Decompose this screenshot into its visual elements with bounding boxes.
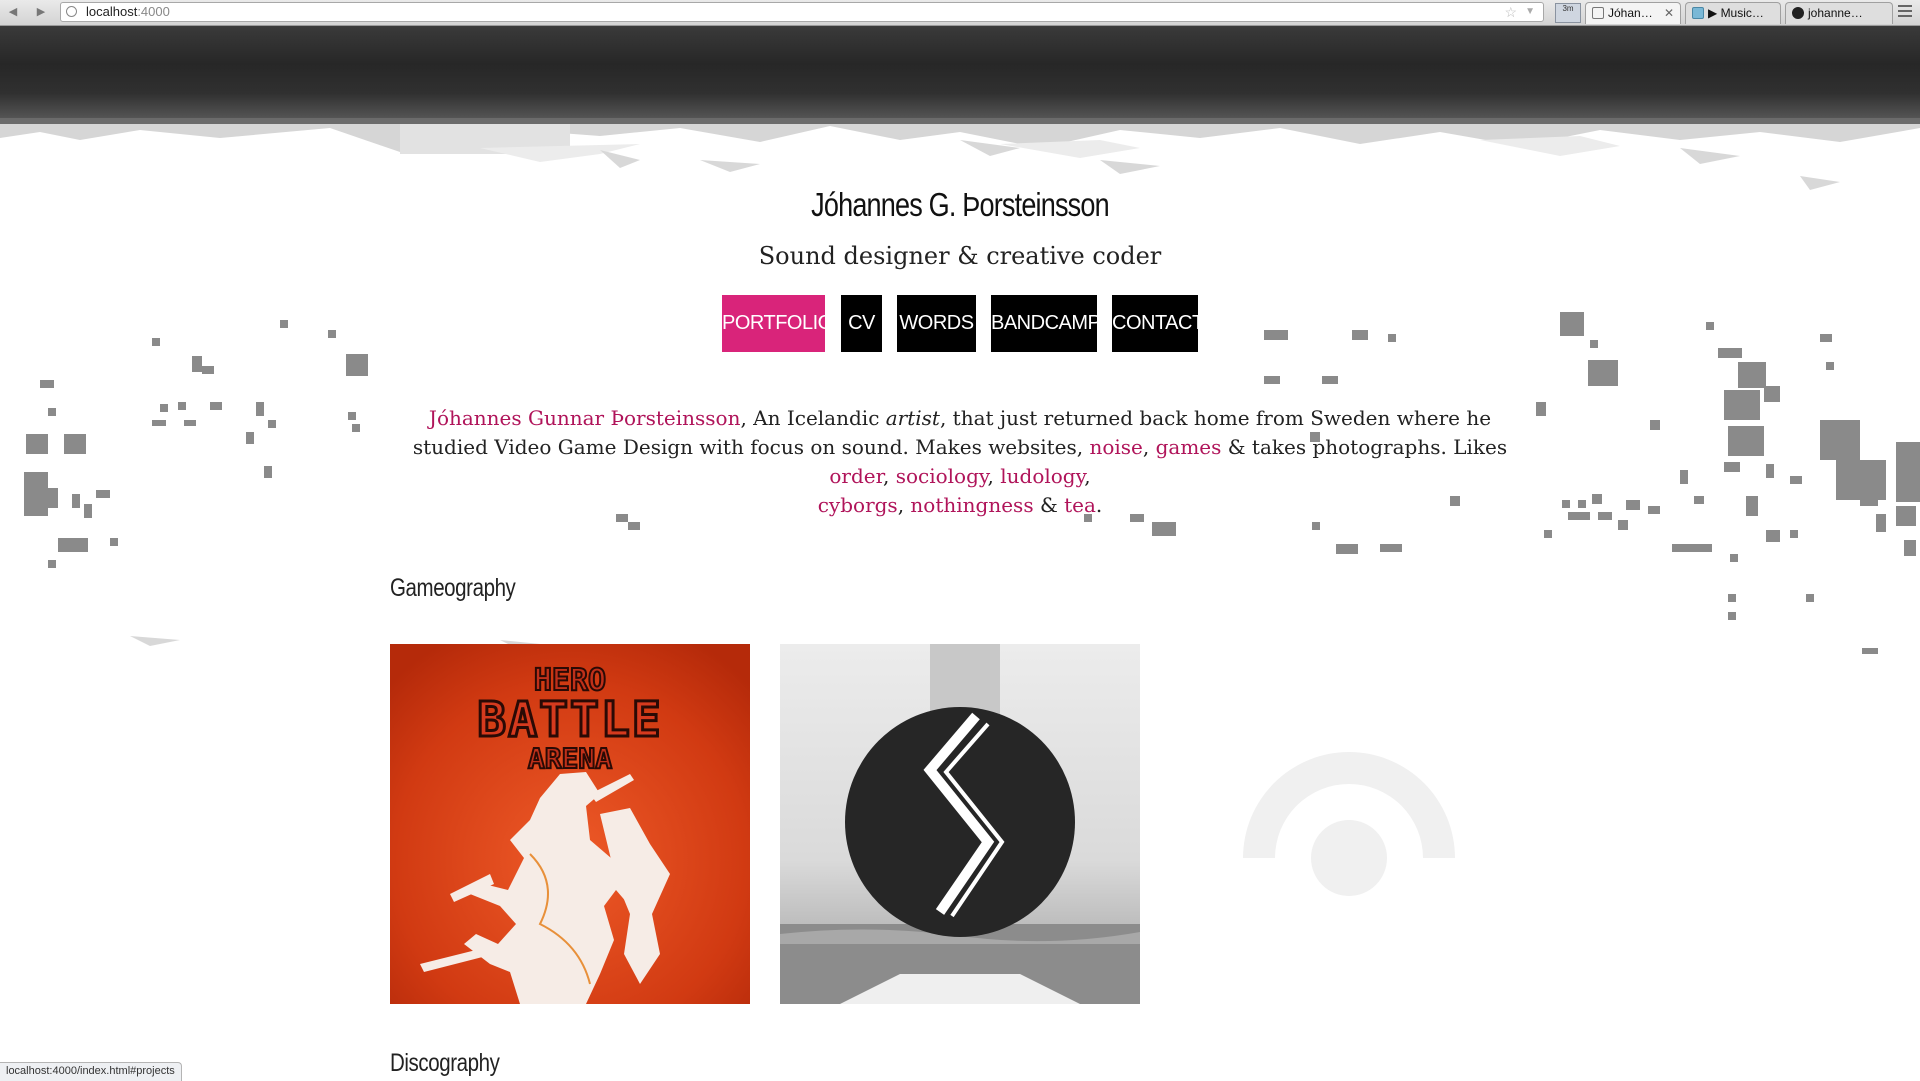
extension-icon[interactable]: 3m <box>1555 3 1581 23</box>
status-bar: localhost:4000/index.html#projects <box>0 1062 182 1081</box>
link-tea[interactable]: tea <box>1064 493 1096 517</box>
bio-text: & takes photographs. Likes <box>1221 435 1508 459</box>
site-title[interactable]: Jóhannes G. Þorsteinsson <box>173 186 1747 224</box>
bio-text: , <box>1142 435 1156 459</box>
nav-words[interactable]: WORDS <box>897 295 976 352</box>
nav-cv[interactable]: CV <box>841 295 882 352</box>
bio-text: & <box>1033 493 1065 517</box>
site-subtitle: Sound designer & creative coder <box>758 242 1162 270</box>
tab-label: Jóhan… <box>1608 6 1653 20</box>
nav-portfolio[interactable]: PORTFOLIO <box>722 295 833 352</box>
link-sociology[interactable]: sociology <box>896 464 988 488</box>
bio-paragraph: Jóhannes Gunnar Þorsteinsson, An Iceland… <box>400 404 1520 520</box>
forward-icon[interactable]: ▶ <box>34 5 48 19</box>
game-card-rune[interactable] <box>780 644 1140 1004</box>
back-icon[interactable]: ◀ <box>6 5 20 19</box>
folder-icon <box>1692 7 1704 19</box>
globe-icon <box>66 6 77 17</box>
gameography-heading: Gameography <box>390 574 516 602</box>
nav-bandcamp[interactable]: BANDCAMP <box>991 295 1101 352</box>
hba-title-arena: ARENA <box>528 742 612 775</box>
link-cyborgs[interactable]: cyborgs <box>818 493 898 517</box>
bookmark-star-icon[interactable]: ☆ <box>1504 3 1517 21</box>
page-icon <box>1592 7 1604 19</box>
address-bar[interactable]: localhost:4000 ☆ ▼ <box>60 2 1544 22</box>
nav-contact[interactable]: CONTACT <box>1112 295 1204 352</box>
bio-text: , <box>897 493 911 517</box>
chevron-down-icon[interactable]: ▼ <box>1525 3 1535 21</box>
bio-text: . <box>1095 493 1103 517</box>
url-text: localhost:4000 <box>86 4 170 19</box>
bio-text: , <box>987 464 1001 488</box>
bio-name-link[interactable]: Jóhannes Gunnar Þorsteinsson <box>429 406 741 430</box>
link-games[interactable]: games <box>1156 435 1222 459</box>
menu-icon[interactable] <box>1898 5 1912 19</box>
banner-ragged-edge <box>0 118 1920 162</box>
bio-text: , <box>1084 464 1091 488</box>
game-card-hero-battle-arena[interactable]: HERO BATTLE ARENA <box>390 644 750 1004</box>
link-nothingness[interactable]: nothingness <box>910 493 1033 517</box>
link-order[interactable]: order <box>829 464 883 488</box>
tab-label: johanne… <box>1808 6 1863 20</box>
browser-toolbar: ◀ ▶ localhost:4000 ☆ ▼ 3m Jóhan… ✕ ▶ Mus… <box>0 0 1920 26</box>
tab-label: ▶ Music… <box>1708 6 1764 20</box>
link-noise[interactable]: noise <box>1089 435 1142 459</box>
header-banner <box>0 26 1920 122</box>
bio-artist: artist <box>885 406 940 430</box>
close-icon[interactable]: ✕ <box>1664 3 1674 23</box>
discography-heading: Discography <box>390 1049 500 1077</box>
rune-logo-cover <box>780 644 1140 1004</box>
placeholder-logo-icon <box>1243 752 1455 896</box>
bio-text: , An Icelandic <box>740 406 886 430</box>
tab-johannes[interactable]: Jóhan… ✕ <box>1585 2 1681 24</box>
link-ludology[interactable]: ludology <box>1000 464 1084 488</box>
bio-text: , <box>882 464 896 488</box>
hba-title-battle: BATTLE <box>477 692 662 748</box>
github-icon <box>1792 7 1804 19</box>
tab-github[interactable]: johanne… <box>1785 2 1893 24</box>
tab-music[interactable]: ▶ Music… <box>1685 2 1781 24</box>
hero-battle-arena-cover: HERO BATTLE ARENA <box>390 644 750 1004</box>
